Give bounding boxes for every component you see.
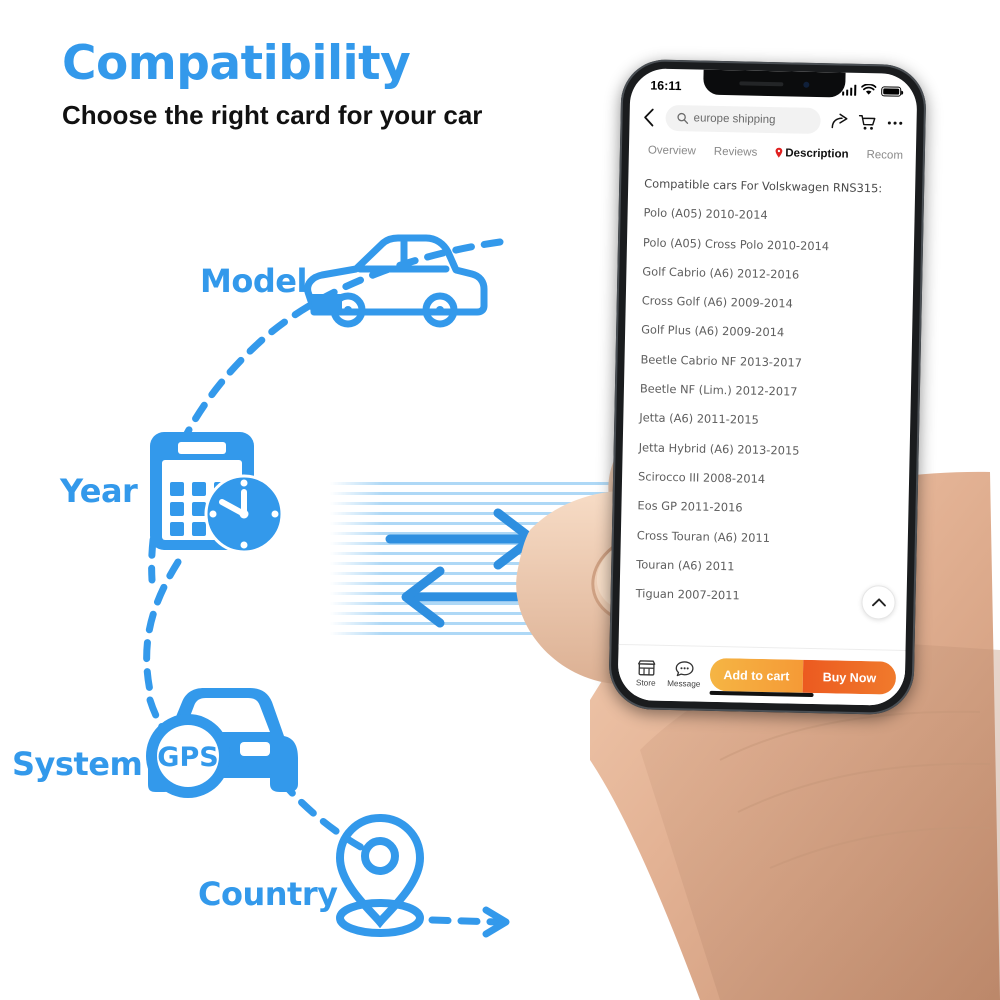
search-value: europe shipping: [693, 112, 776, 127]
share-icon[interactable]: [829, 112, 848, 131]
car-side-icon: [304, 234, 488, 328]
store-button[interactable]: Store: [627, 659, 666, 688]
map-pin-icon: [335, 813, 425, 937]
smartphone-mockup: 16:11 europe shipping Overview Reviews D…: [608, 58, 927, 716]
tab-recommend[interactable]: Recom: [857, 148, 912, 162]
battery-icon: [881, 85, 902, 97]
tab-label: Overview: [647, 143, 696, 157]
diagram-label-country: Country: [198, 875, 338, 913]
diagram-label-system: System: [12, 745, 143, 783]
diagram-label-year: Year: [60, 472, 138, 510]
status-icons: [841, 83, 902, 97]
tab-overview[interactable]: Overview: [639, 144, 705, 157]
message-button[interactable]: Message: [665, 659, 704, 688]
store-icon: [637, 659, 655, 676]
message-label: Message: [667, 678, 701, 689]
top-search-bar: europe shipping: [629, 98, 917, 142]
tab-label: Recom: [866, 148, 904, 162]
signal-icon: [841, 84, 857, 96]
phone-screen: 16:11 europe shipping Overview Reviews D…: [617, 68, 918, 706]
tab-label: Description: [785, 146, 849, 161]
gps-badge-label: GPS: [157, 742, 218, 773]
message-icon: [675, 660, 694, 676]
cart-icon[interactable]: [857, 112, 876, 131]
tab-label: Reviews: [713, 145, 758, 159]
status-bar: 16:11: [630, 68, 918, 104]
more-icon[interactable]: [885, 113, 904, 132]
gps-car-icon: GPS: [146, 688, 298, 798]
diagram-label-model: Model: [200, 262, 307, 300]
wifi-icon: [861, 83, 877, 95]
chevron-up-icon: [871, 598, 886, 607]
scroll-to-top-button[interactable]: [861, 585, 896, 620]
add-to-cart-button[interactable]: Add to cart: [709, 657, 804, 693]
buy-now-button[interactable]: Buy Now: [802, 659, 897, 695]
bottom-action-bar: Store Message Add to cart Buy Now: [617, 643, 906, 706]
purchase-button-group: Add to cart Buy Now: [709, 657, 897, 695]
tab-description[interactable]: Description: [766, 146, 857, 160]
status-time: 16:11: [650, 78, 682, 94]
search-icon: [677, 112, 689, 124]
store-label: Store: [635, 677, 656, 688]
tab-reviews[interactable]: Reviews: [705, 145, 767, 158]
location-pin-icon: [775, 147, 783, 158]
search-input[interactable]: europe shipping: [665, 104, 821, 135]
back-icon[interactable]: [641, 107, 656, 127]
description-list[interactable]: Compatible cars For Volskwagen RNS315: P…: [619, 163, 916, 650]
calendar-clock-icon: [150, 432, 284, 554]
